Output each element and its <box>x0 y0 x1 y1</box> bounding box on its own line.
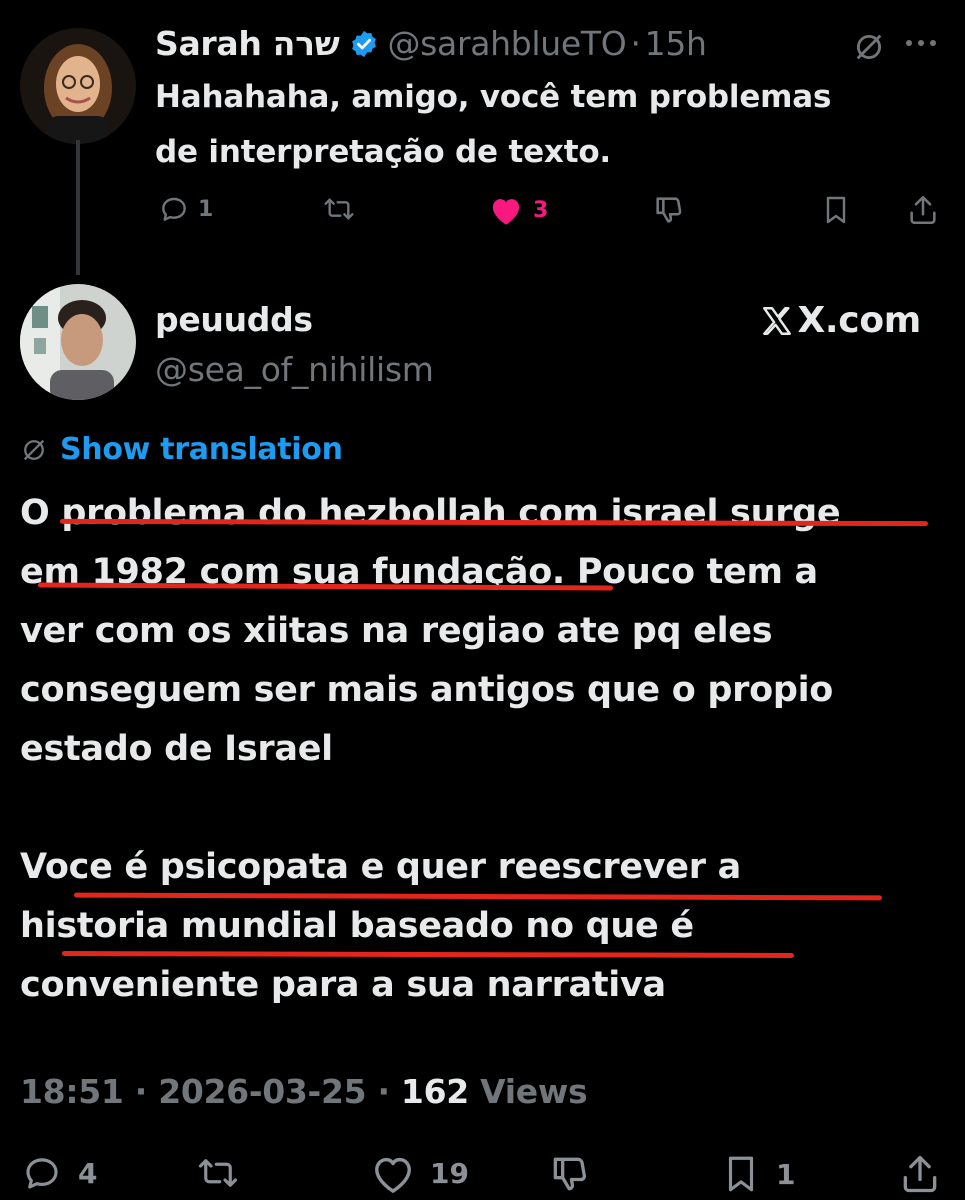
main-tweet-text: O problema do hezbollah com israel surge… <box>20 484 841 1015</box>
reply-display-name[interactable]: Sarah שרה <box>155 24 340 63</box>
main-reply-count: 4 <box>78 1156 98 1190</box>
reply-text-line: Hahahaha, amigo, você tem problemas <box>155 79 832 115</box>
show-translation-link[interactable]: Show translation <box>60 432 343 467</box>
avatar-peuudds[interactable] <box>20 284 136 400</box>
main-reply-button[interactable]: 4 <box>20 1152 97 1194</box>
main-text-line: conseguem ser mais antigos que o propio <box>20 670 834 710</box>
source-label: X.com <box>797 300 921 341</box>
reply-header: Sarah שרה @sarahblueTO · 15h <box>155 24 707 63</box>
main-share-button[interactable] <box>898 1152 942 1196</box>
meta-separator: · <box>630 24 641 63</box>
main-text-line: ver com os xiitas na regiao ate pq eles <box>20 611 773 651</box>
main-text-line: estado de Israel <box>20 729 333 769</box>
reply-button[interactable]: 1 <box>158 193 213 225</box>
tweet-date[interactable]: 2026-03-25 <box>158 1072 366 1111</box>
main-downvote-button[interactable] <box>548 1152 592 1196</box>
reply-text-line: de interpretação de texto. <box>155 134 612 170</box>
main-text-line: em 1982 com sua fundação. Pouco tem a <box>20 552 818 592</box>
thumbs-down-icon <box>656 197 682 223</box>
main-text-line: conveniente para a sua narrativa <box>20 965 666 1005</box>
reply-handle[interactable]: @sarahblueTO <box>387 24 626 63</box>
show-translation[interactable]: Show translation <box>20 432 343 467</box>
x-logo-icon <box>763 306 792 335</box>
main-text-line: Voce é psicopata e quer reescrever a <box>20 847 741 887</box>
source-x-logo: X.com <box>759 300 921 341</box>
repost-icon <box>198 1159 238 1187</box>
reply-text: Hahahaha, amigo, você tem problemas de i… <box>155 70 831 180</box>
main-repost-button[interactable] <box>192 1152 244 1194</box>
translate-icon <box>23 439 45 460</box>
views-count: 162 <box>400 1072 469 1111</box>
share-icon <box>910 195 936 225</box>
heart-filled-icon <box>492 199 520 225</box>
grok-icon[interactable] <box>852 30 886 68</box>
reply-time[interactable]: 15h <box>645 24 707 63</box>
meta-separator: · <box>377 1072 401 1111</box>
heart-icon <box>375 1157 411 1193</box>
like-button[interactable]: 3 <box>487 193 548 227</box>
bookmark-icon <box>728 1156 754 1192</box>
repost-icon <box>324 198 354 220</box>
main-text-line <box>20 779 840 838</box>
thread-connector-line <box>76 140 80 275</box>
share-button[interactable] <box>906 193 940 227</box>
tweet-time[interactable]: 18:51 <box>20 1072 124 1111</box>
main-bookmark-button[interactable]: 1 <box>720 1152 795 1196</box>
bookmark-icon <box>826 196 846 224</box>
main-bookmark-count: 1 <box>776 1157 796 1191</box>
comment-icon <box>162 197 186 221</box>
reply-count: 1 <box>198 196 214 222</box>
main-display-name[interactable]: peuudds <box>155 300 313 339</box>
main-handle[interactable]: @sea_of_nihilism <box>155 350 434 389</box>
share-icon <box>903 1155 937 1193</box>
avatar-sarah[interactable] <box>20 28 136 144</box>
comment-icon <box>26 1158 58 1189</box>
verified-badge-icon <box>349 29 379 59</box>
downvote-button[interactable] <box>652 193 686 227</box>
thumbs-down-icon <box>553 1157 587 1191</box>
like-count: 3 <box>533 197 549 223</box>
meta-separator: · <box>134 1072 159 1111</box>
main-like-count: 19 <box>430 1156 469 1190</box>
tweet-timestamp-row: 18:51 · 2026-03-25 · 162 Views <box>20 1072 588 1111</box>
views-label: Views <box>480 1072 588 1111</box>
main-text-line: O problema do hezbollah com israel surge <box>20 493 841 533</box>
more-options-icon[interactable] <box>906 40 936 46</box>
main-text-line: historia mundial baseado no que é <box>20 906 694 946</box>
main-like-button[interactable]: 19 <box>370 1152 469 1194</box>
bookmark-button[interactable] <box>820 193 852 227</box>
repost-button[interactable] <box>320 193 358 225</box>
